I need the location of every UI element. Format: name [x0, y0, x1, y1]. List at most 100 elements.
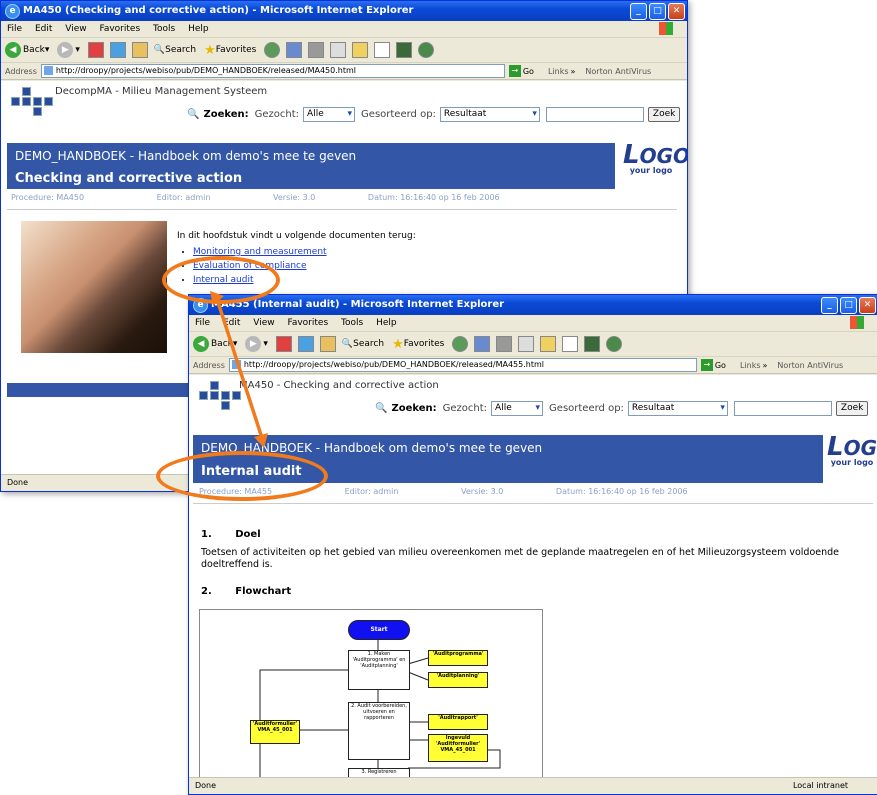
section-1-text: Toetsen of activiteiten op het gebied va… — [201, 547, 839, 570]
print-icon[interactable] — [308, 42, 325, 58]
home-icon[interactable] — [131, 42, 148, 58]
search-icon: 🔍 — [187, 109, 200, 120]
refresh-icon[interactable] — [297, 336, 314, 352]
search-button[interactable]: 🔍 Search — [154, 45, 196, 55]
menu-file[interactable]: File — [7, 24, 22, 34]
gezocht-select[interactable]: Alle — [491, 401, 544, 416]
menu-edit[interactable]: Edit — [35, 24, 52, 34]
minimize-button[interactable]: _ — [630, 3, 647, 20]
nav-info-icon[interactable] — [232, 391, 241, 400]
messenger-icon[interactable] — [418, 42, 435, 58]
menu-help[interactable]: Help — [188, 24, 209, 34]
back-arrow-icon: ◀ — [193, 336, 209, 352]
page-banner: DEMO_HANDBOEK - Handboek om demo's mee t… — [7, 143, 615, 189]
nav-up-icon[interactable] — [210, 381, 219, 390]
close-button[interactable]: ✕ — [668, 3, 685, 20]
nav-left-icon[interactable] — [11, 97, 20, 106]
folder-icon[interactable] — [540, 336, 557, 352]
nav-left-icon[interactable] — [199, 391, 208, 400]
go-button[interactable]: Go — [715, 361, 726, 370]
close-button[interactable]: ✕ — [859, 297, 876, 314]
menu-favorites[interactable]: Favorites — [99, 24, 140, 34]
go-arrow-icon[interactable]: → — [508, 65, 521, 77]
menu-bar: File Edit View Favorites Tools Help — [189, 315, 877, 332]
breadcrumb[interactable]: DecompMA - Milieu Management Systeem — [55, 86, 267, 97]
nav-info-icon[interactable] — [44, 97, 53, 106]
maximize-button[interactable]: □ — [840, 297, 857, 314]
links-button[interactable]: Links — [548, 67, 569, 76]
favorites-button[interactable]: ★ Favorites — [392, 337, 444, 352]
nav-prev-icon[interactable] — [22, 97, 31, 106]
research-icon[interactable] — [396, 42, 413, 58]
logo: LOGO your logo — [623, 142, 687, 189]
title-bar[interactable]: e MA450 (Checking and corrective action)… — [1, 1, 687, 21]
gezocht-select[interactable]: Alle — [303, 107, 356, 122]
mail-icon[interactable] — [474, 336, 491, 352]
title-bar[interactable]: e MA455 (Internal audit) - Microsoft Int… — [189, 295, 877, 315]
breadcrumb[interactable]: MA450 - Checking and corrective action — [239, 380, 439, 391]
flow-step-2: 2. Audit voorbereiden, uitvoeren en rapp… — [348, 702, 410, 760]
menu-help[interactable]: Help — [376, 318, 397, 328]
favorites-button[interactable]: ★ Favorites — [204, 43, 256, 58]
page-icon[interactable] — [374, 42, 391, 58]
meta-row: Procedure: MA450 Editor: admin Versie: 3… — [11, 193, 500, 202]
menu-tools[interactable]: Tools — [153, 24, 175, 34]
edit-icon[interactable] — [330, 42, 347, 58]
search-icon: 🔍 — [153, 45, 166, 55]
menu-favorites[interactable]: Favorites — [287, 318, 328, 328]
windows-flag-icon — [850, 316, 864, 329]
ie-icon: e — [5, 4, 20, 19]
maximize-button[interactable]: □ — [649, 3, 666, 20]
menu-edit[interactable]: Edit — [223, 318, 240, 328]
flow-doc-auditprogramma: 'Auditprogramma' — [428, 650, 488, 666]
star-icon: ★ — [204, 42, 216, 58]
mail-icon[interactable] — [286, 42, 303, 58]
menu-file[interactable]: File — [195, 318, 210, 328]
stop-icon[interactable] — [275, 336, 292, 352]
zoek-button[interactable]: Zoek — [835, 401, 869, 416]
search-input[interactable] — [545, 107, 644, 122]
menu-tools[interactable]: Tools — [341, 318, 363, 328]
forward-button[interactable]: ▶ ▾ — [57, 42, 80, 58]
window-title: MA455 (Internal audit) - Microsoft Inter… — [211, 299, 505, 310]
go-button[interactable]: Go — [523, 67, 534, 76]
toolbar: ◀ Back ▾ ▶ ▾ 🔍 Search ★ Favorites — [1, 38, 687, 63]
history-icon[interactable] — [264, 42, 281, 58]
zoek-button[interactable]: Zoek — [647, 107, 681, 122]
forward-button[interactable]: ▶ ▾ — [245, 336, 268, 352]
links-button[interactable]: Links — [740, 361, 761, 370]
meta-datum: Datum: 16:16:40 op 16 feb 2006 — [367, 193, 500, 202]
nav-prev-icon[interactable] — [210, 391, 219, 400]
search-input[interactable] — [733, 401, 832, 416]
gesorteerd-select[interactable]: Resultaat — [439, 107, 540, 122]
back-button[interactable]: ◀ Back ▾ — [5, 42, 49, 58]
nav-down-icon[interactable] — [33, 107, 42, 116]
home-icon[interactable] — [319, 336, 336, 352]
address-input[interactable]: http://droopy/projects/webiso/pub/DEMO_H… — [228, 358, 697, 372]
nav-next-icon[interactable] — [221, 391, 230, 400]
minimize-button[interactable]: _ — [821, 297, 838, 314]
edit-icon[interactable] — [518, 336, 535, 352]
norton-label[interactable]: Norton AntiVirus — [585, 67, 651, 76]
hands-photo — [21, 221, 167, 353]
folder-icon[interactable] — [352, 42, 369, 58]
back-arrow-icon: ◀ — [5, 42, 21, 58]
menu-view[interactable]: View — [65, 24, 86, 34]
gesorteerd-select[interactable]: Resultaat — [627, 401, 728, 416]
nav-up-icon[interactable] — [22, 87, 31, 96]
page-icon[interactable] — [562, 336, 579, 352]
address-input[interactable]: http://droopy/projects/webiso/pub/DEMO_H… — [40, 64, 505, 78]
menu-view[interactable]: View — [253, 318, 274, 328]
print-icon[interactable] — [496, 336, 513, 352]
go-arrow-icon[interactable]: → — [700, 359, 713, 371]
nav-down-icon[interactable] — [221, 401, 230, 410]
search-button[interactable]: 🔍 Search — [342, 339, 384, 349]
stop-icon[interactable] — [87, 42, 104, 58]
nav-next-icon[interactable] — [33, 97, 42, 106]
refresh-icon[interactable] — [109, 42, 126, 58]
norton-label[interactable]: Norton AntiVirus — [777, 361, 843, 370]
research-icon[interactable] — [584, 336, 601, 352]
back-button[interactable]: ◀ Back ▾ — [193, 336, 237, 352]
messenger-icon[interactable] — [606, 336, 623, 352]
history-icon[interactable] — [452, 336, 469, 352]
